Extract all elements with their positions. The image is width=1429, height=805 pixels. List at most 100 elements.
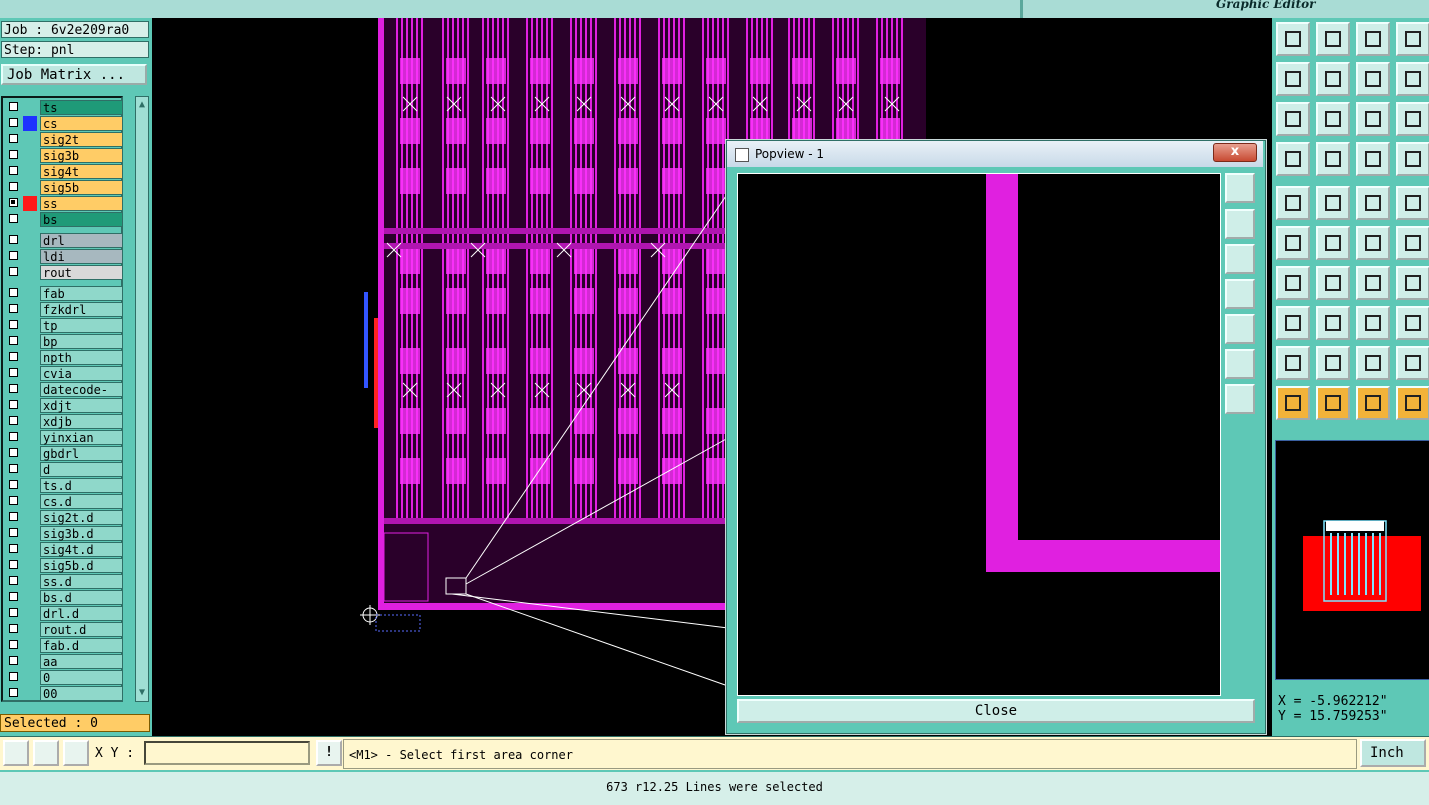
layer-row-fab[interactable]: fab <box>5 286 123 301</box>
layer-color-swatch[interactable] <box>23 196 37 211</box>
layer-color-swatch[interactable] <box>23 302 37 317</box>
layer-row-d[interactable]: d <box>5 462 123 477</box>
layer-row-bs[interactable]: bs <box>5 212 123 227</box>
angle-icon[interactable] <box>33 740 59 766</box>
redo-icon[interactable] <box>1356 62 1390 96</box>
layer-name[interactable]: datecode-cs <box>40 382 123 412</box>
layer-color-swatch[interactable] <box>23 478 37 493</box>
measure-net-icon[interactable] <box>1356 142 1390 176</box>
layer-name[interactable]: bs.d <box>40 590 123 605</box>
layer-color-swatch[interactable] <box>23 116 37 131</box>
pv-center-icon[interactable] <box>1225 384 1255 414</box>
layer-name[interactable]: fzkdrl <box>40 302 123 317</box>
layer-name[interactable]: xdjb <box>40 414 123 429</box>
layer-checkbox[interactable] <box>9 656 18 665</box>
layer-name[interactable]: sig2t <box>40 132 123 147</box>
xy-input[interactable] <box>144 741 310 765</box>
tri4-icon[interactable] <box>1396 346 1429 380</box>
layer-name[interactable]: sig4t <box>40 164 123 179</box>
layer-name[interactable]: cs.d <box>40 494 123 509</box>
layer-checkbox[interactable] <box>9 592 18 601</box>
measure-pad-icon[interactable] <box>1396 142 1429 176</box>
popview-window[interactable]: Popview - 1 x Close <box>726 140 1266 734</box>
layer-checkbox[interactable] <box>9 320 18 329</box>
zoom-in-icon[interactable] <box>1316 22 1350 56</box>
layer-checkbox[interactable] <box>9 102 18 111</box>
layer-color-swatch[interactable] <box>23 233 37 248</box>
node-icon[interactable] <box>1276 306 1310 340</box>
layer-name[interactable]: sig3b <box>40 148 123 163</box>
scroll-down-icon[interactable]: ▼ <box>136 687 148 699</box>
layer-color-swatch[interactable] <box>23 622 37 637</box>
layer-row-aa[interactable]: aa <box>5 654 123 669</box>
layer-checkbox[interactable] <box>9 150 18 159</box>
layer-color-swatch[interactable] <box>23 265 37 280</box>
layer-checkbox[interactable] <box>9 576 18 585</box>
layer-row-0[interactable]: 0 <box>5 670 123 685</box>
overview-map[interactable] <box>1275 440 1429 680</box>
layer-name[interactable]: sig3b.d <box>40 526 123 541</box>
zoom-left-icon[interactable] <box>1276 62 1310 96</box>
layer-checkbox[interactable] <box>9 304 18 313</box>
layer-name[interactable]: sig4t.d <box>40 542 123 557</box>
layer-name[interactable]: bs <box>40 212 123 227</box>
layer-color-swatch[interactable] <box>23 249 37 264</box>
layer-row-sig4t[interactable]: sig4t <box>5 164 123 179</box>
layer-color-swatch[interactable] <box>23 510 37 525</box>
layer-row-fab-d[interactable]: fab.d <box>5 638 123 653</box>
layer-row-sig3b[interactable]: sig3b <box>5 148 123 163</box>
arc-icon[interactable] <box>1356 266 1390 300</box>
layer-checkbox[interactable] <box>9 336 18 345</box>
layer-row-sig5b-d[interactable]: sig5b.d <box>5 558 123 573</box>
tri2-icon[interactable] <box>1316 346 1350 380</box>
layer-color-swatch[interactable] <box>23 590 37 605</box>
layer-checkbox[interactable] <box>9 384 18 393</box>
layer-color-swatch[interactable] <box>23 180 37 195</box>
layer-row-rout[interactable]: rout <box>5 265 123 280</box>
zoom-right-icon[interactable] <box>1316 62 1350 96</box>
layer-row-ss[interactable]: ss <box>5 196 123 211</box>
layer-row-bp[interactable]: bp <box>5 334 123 349</box>
layer-checkbox[interactable] <box>9 118 18 127</box>
layer-name[interactable]: 00 <box>40 686 123 701</box>
layer-checkbox[interactable] <box>9 134 18 143</box>
snap-line-icon[interactable] <box>3 740 29 766</box>
layer-row-ss-d[interactable]: ss.d <box>5 574 123 589</box>
layer-row-yinxian[interactable]: yinxian <box>5 430 123 445</box>
layer-row-sig4t-d[interactable]: sig4t.d <box>5 542 123 557</box>
layer-name[interactable]: rout.d <box>40 622 123 637</box>
layer-checkbox[interactable] <box>9 432 18 441</box>
help-icon[interactable] <box>1396 102 1429 136</box>
pv-fit-icon[interactable] <box>1225 349 1255 379</box>
layer-row-sig2t-d[interactable]: sig2t.d <box>5 510 123 525</box>
scroll-up-icon[interactable]: ▲ <box>136 99 148 111</box>
window-icon[interactable] <box>1396 22 1429 56</box>
layer-color-swatch[interactable] <box>23 164 37 179</box>
layer-name[interactable]: 0 <box>40 670 123 685</box>
layer-color-swatch[interactable] <box>23 654 37 669</box>
layer-color-swatch[interactable] <box>23 638 37 653</box>
select-area-icon[interactable] <box>1316 186 1350 220</box>
layer-name[interactable]: fab <box>40 286 123 301</box>
layer-color-swatch[interactable] <box>23 382 37 397</box>
layer-name[interactable]: drl.d <box>40 606 123 621</box>
layer-row-ldi[interactable]: ldi <box>5 249 123 264</box>
layer-color-swatch[interactable] <box>23 414 37 429</box>
layer-checkbox[interactable] <box>9 400 18 409</box>
slash-icon[interactable] <box>1316 266 1350 300</box>
connect-icon[interactable] <box>1396 386 1429 420</box>
layer-name[interactable]: rout <box>40 265 123 280</box>
layer-name[interactable]: ldi <box>40 249 123 264</box>
shapes-icon[interactable] <box>1396 306 1429 340</box>
layer-row-cvia[interactable]: cvia <box>5 366 123 381</box>
layer-row-sig5b[interactable]: sig5b <box>5 180 123 195</box>
layer-row-sig2t[interactable]: sig2t <box>5 132 123 147</box>
layer-color-swatch[interactable] <box>23 494 37 509</box>
layer-checkbox[interactable] <box>9 214 18 223</box>
layer-checkbox[interactable] <box>9 496 18 505</box>
layer-row-datecode-cs[interactable]: datecode-cs <box>5 382 123 412</box>
layer-color-swatch[interactable] <box>23 462 37 477</box>
layer-checkbox[interactable] <box>9 608 18 617</box>
pv-pan-right-icon[interactable] <box>1225 314 1255 344</box>
net-icon[interactable] <box>1276 226 1310 260</box>
